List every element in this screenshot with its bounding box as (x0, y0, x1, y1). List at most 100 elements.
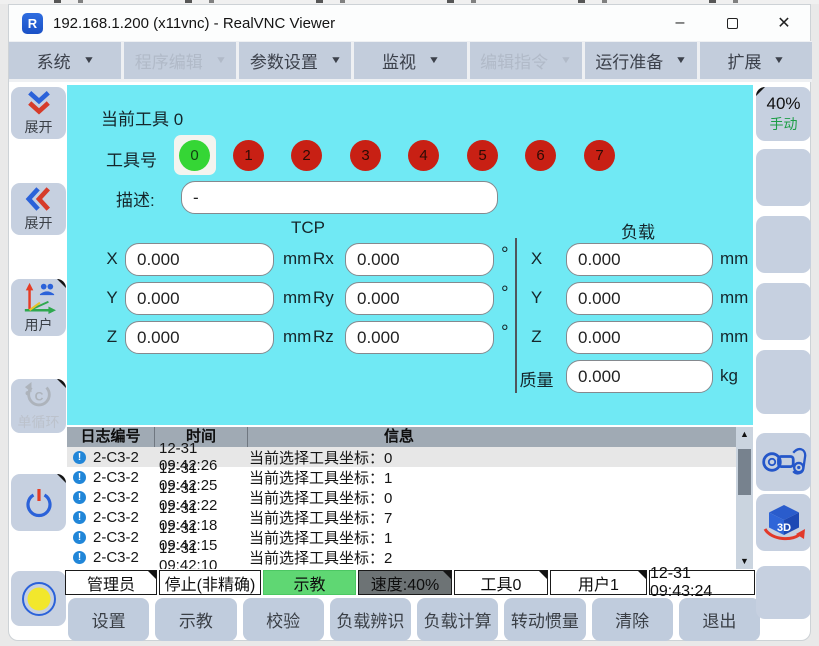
scroll-up-icon[interactable]: ▲ (736, 429, 753, 439)
log-scrollbar[interactable]: ▲ ▼ (736, 427, 753, 569)
tcp-raxis-label: Rx (313, 249, 345, 269)
load-mass-input[interactable] (566, 360, 713, 393)
view-3d-button[interactable]: 3D (756, 494, 811, 551)
minimize-button[interactable]: – (654, 6, 706, 40)
maximize-button[interactable] (706, 6, 758, 40)
menu-item-label: 程序编辑 (135, 48, 203, 73)
caret-down-icon: ▼ (215, 55, 227, 66)
tool-number-4[interactable]: 4 (408, 140, 439, 171)
log-id-cell: 2-C3-2 (93, 469, 159, 486)
load-x-input[interactable] (566, 243, 713, 276)
tcp-x-input[interactable] (125, 243, 274, 276)
load-z-input[interactable] (566, 321, 713, 354)
load-identify-button[interactable]: 负载辨识 (330, 598, 411, 641)
unit-label: mm (720, 327, 748, 347)
menu-item-monitor[interactable]: 监视 ▼ (354, 42, 466, 79)
tool-number-7[interactable]: 7 (584, 140, 615, 171)
menu-bar: 系统 ▼ 程序编辑 ▼ 参数设置 ▼ 监视 ▼ 编辑指令 ▼ 运行准备 ▼ (9, 41, 812, 82)
tcp-raxis-label: Rz (313, 327, 345, 347)
load-axis-label: X (511, 249, 562, 269)
load-calc-button[interactable]: 负载计算 (417, 598, 498, 641)
servo-status-button[interactable] (11, 571, 66, 626)
log-id-cell: 2-C3-2 (93, 549, 159, 566)
tcp-rx-input[interactable] (345, 243, 494, 276)
status-user-level-label: 管理员 (87, 571, 135, 595)
tool-number-2[interactable]: 2 (291, 140, 322, 171)
tool-number-1[interactable]: 1 (233, 140, 264, 171)
log-id-cell: 2-C3-2 (93, 449, 159, 466)
log-message-cell: 当前选择工具坐标：7 (249, 507, 753, 528)
mass-label: 质量 (511, 366, 562, 391)
corner-triangle-icon (638, 571, 646, 579)
servo-indicator-icon (20, 580, 58, 618)
menu-item-program-edit[interactable]: 程序编辑 ▼ (124, 42, 236, 79)
tcp-ry-input[interactable] (345, 282, 494, 315)
title-bar: R 192.168.1.200 (x11vnc) - RealVNC Viewe… (9, 5, 810, 41)
expand-down-button[interactable]: 展开 (11, 87, 66, 139)
menu-item-label: 运行准备 (595, 48, 663, 73)
caret-down-icon: ▼ (675, 55, 687, 66)
tcp-axis-label: Z (103, 327, 121, 347)
teach-pendant-button[interactable] (756, 433, 811, 491)
scrollbar-thumb[interactable] (738, 449, 751, 495)
unit-label: mm (283, 288, 311, 308)
expand-button-label: 展开 (25, 213, 53, 233)
inertia-button[interactable]: 转动惯量 (504, 598, 585, 641)
status-user-frame[interactable]: 用户1 (550, 570, 647, 595)
teach-button[interactable]: 示教 (155, 598, 236, 641)
tcp-y-input[interactable] (125, 282, 274, 315)
unit-label: mm (720, 249, 748, 269)
user-frame-button[interactable]: 用户 (11, 279, 66, 336)
settings-button[interactable]: 设置 (68, 598, 149, 641)
exit-button[interactable]: 退出 (679, 598, 760, 641)
user-button-label: 用户 (25, 315, 53, 335)
teach-pendant-icon (760, 443, 808, 481)
bottom-button-bar: 设置 示教 校验 负载辨识 负载计算 转动惯量 清除 退出 (68, 598, 760, 641)
power-button[interactable] (11, 474, 66, 531)
tool-number-5[interactable]: 5 (467, 140, 498, 171)
cube-3d-label: 3D (776, 522, 790, 534)
coordinate-row-y: Y mm Ry ° Y mm (67, 282, 753, 315)
status-speed[interactable]: 速度:40% (358, 570, 452, 595)
tool-number-0[interactable]: 0 (179, 140, 210, 171)
verify-button[interactable]: 校验 (243, 598, 324, 641)
user-coordinate-icon (19, 280, 59, 314)
tool-number-3[interactable]: 3 (350, 140, 381, 171)
expand-left-button[interactable]: 展开 (11, 183, 66, 235)
status-speed-label: 速度:40% (371, 571, 439, 595)
realvnc-window: R 192.168.1.200 (x11vnc) - RealVNC Viewe… (8, 4, 811, 641)
tcp-z-input[interactable] (125, 321, 274, 354)
log-message-header: 信息 (248, 427, 736, 447)
menu-item-run-prepare[interactable]: 运行准备 ▼ (585, 42, 697, 79)
menu-item-label: 扩展 (727, 48, 761, 73)
info-icon: ! (73, 551, 86, 564)
tool-number-label: 工具号 (106, 146, 157, 171)
menu-item-param-settings[interactable]: 参数设置 ▼ (239, 42, 351, 79)
menu-item-edit-command[interactable]: 编辑指令 ▼ (470, 42, 582, 79)
load-section-title: 负载 (621, 218, 655, 243)
log-table: 日志编号 时间 信息 ! 2-C3-2 12-31 09:42:26 当前选择工… (67, 427, 753, 569)
double-chevron-down-icon (22, 90, 56, 116)
clear-button[interactable]: 清除 (592, 598, 673, 641)
manual-mode-label: 手动 (770, 114, 798, 134)
log-id-cell: 2-C3-2 (93, 509, 159, 526)
menu-item-system[interactable]: 系统 ▼ (9, 42, 121, 79)
tcp-raxis-label: Ry (313, 288, 345, 308)
tool-number-6[interactable]: 6 (525, 140, 556, 171)
status-user-level[interactable]: 管理员 (65, 570, 157, 595)
menu-item-extend[interactable]: 扩展 ▼ (700, 42, 812, 79)
speed-mode-button[interactable]: 40% 手动 (756, 87, 811, 141)
status-datetime: 12-31 09:43:24 (649, 570, 755, 595)
blank-side-button (756, 149, 811, 206)
unit-label: mm (283, 249, 311, 269)
single-cycle-button[interactable]: C 单循环 (11, 379, 66, 433)
description-input[interactable] (181, 181, 498, 214)
status-tool[interactable]: 工具0 (454, 570, 548, 595)
status-mode: 示教 (263, 570, 356, 595)
load-y-input[interactable] (566, 282, 713, 315)
corner-triangle-icon (57, 379, 66, 388)
load-axis-label: Z (511, 327, 562, 347)
close-button[interactable]: ✕ (758, 6, 810, 40)
tcp-rz-input[interactable] (345, 321, 494, 354)
load-axis-label: Y (511, 288, 562, 308)
